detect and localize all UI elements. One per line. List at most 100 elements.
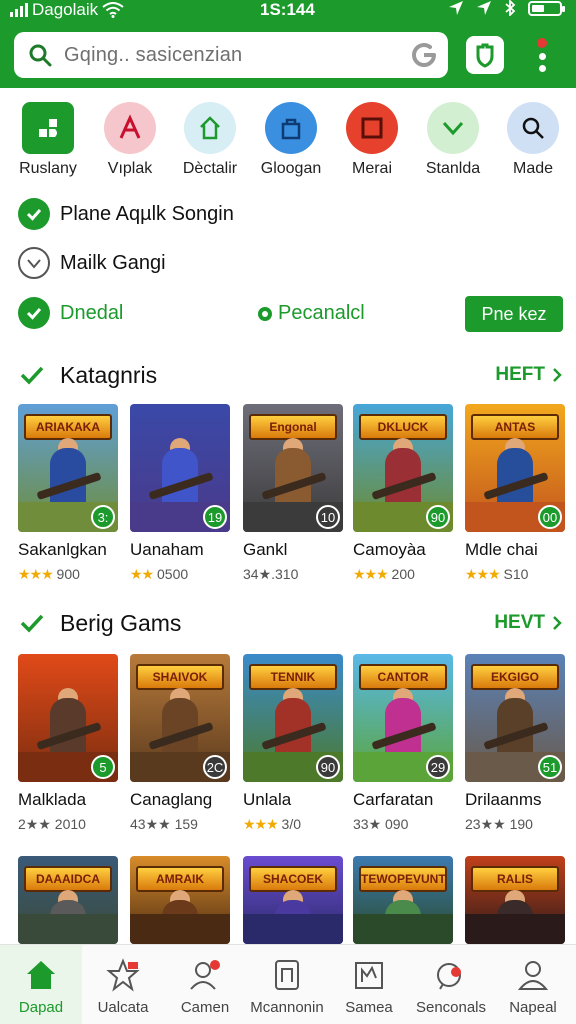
section-header: Katagnris HEFT [18,360,563,390]
game-logo: DAAAIDCA [24,866,112,892]
bag-icon [265,102,317,154]
game-title: Gankl [243,540,288,559]
game-rating: ★★★ S10 [465,566,529,582]
game-card[interactable]: DKLUCK 90 Camoyàa ★★★ 200 [353,404,453,583]
rating-badge: 5 [91,755,115,779]
category-item[interactable]: Merai [332,102,412,178]
section-header: Berig Gams HEVT [18,608,563,638]
rating-badge: 10 [316,505,340,529]
search-bar[interactable]: Gqing.. sasicenzian [14,32,448,78]
game-title: Unlala [243,790,292,809]
game-card[interactable]: TEWOPEVUNT [353,856,453,944]
filter-option[interactable]: Dnedal [18,297,123,329]
notification-dot [537,38,547,48]
game-cover-image: 5 [18,654,118,782]
rating-badge: 29 [426,755,450,779]
game-title: Mdle chai [465,540,538,559]
status-bar: Dagolaik 1S:144 [0,0,576,22]
star-rating-icon: ★★ [130,566,154,582]
game-card[interactable]: 5 Malklada 2★★ 2010 [18,654,118,833]
search-icon [507,102,559,154]
game-cover-image: CANTOR 29 [353,654,453,782]
section-title: Katagnris [60,361,158,388]
more-menu-button[interactable] [532,36,552,74]
nav-item-updates[interactable]: Ualcata [82,945,164,1024]
filter-option[interactable]: Pecanalcl [258,302,365,325]
game-card[interactable]: RALIS [465,856,565,944]
rating-badge: 19 [203,505,227,529]
checkmark-icon [20,614,44,633]
game-card[interactable]: AMRAIK [130,856,230,944]
nav-item-books[interactable]: Samea [328,945,410,1024]
rating-badge: 00 [538,505,562,529]
rating-badge: 90 [426,505,450,529]
person-icon [187,957,223,993]
game-logo: CANTOR [359,664,447,690]
google-icon[interactable] [410,41,438,69]
battery-icon [528,0,565,16]
game-card[interactable]: DAAAIDCA [18,856,118,944]
see-more-link[interactable]: HEFT [495,364,563,386]
game-rating: 34★.310 [243,566,299,582]
category-item[interactable]: Dèctalir [170,102,250,178]
game-card[interactable]: SHAIVOK 2C Canaglang 43★★ 159 [130,654,230,833]
game-card[interactable]: ARIAKAKA 3: Sakanlgkan ★★★ 900 [18,404,118,583]
game-card[interactable]: CANTOR 29 Carfaratan 33★ 090 [353,654,453,833]
letter-a-icon [104,102,156,154]
signal-arrow-icon [477,1,491,15]
star-rating-icon: ★★★ [243,816,279,832]
game-rating: 2★★ 2010 [18,816,86,832]
search-icon [29,44,52,67]
see-more-link[interactable]: HEVT [494,612,563,634]
rating-badge: 90 [316,755,340,779]
chevron-down-icon [427,102,479,154]
location-icon [449,1,463,15]
search-input[interactable]: Gqing.. sasicenzian [64,44,242,67]
game-card[interactable]: TENNIK 90 Unlala ★★★ 3/0 [243,654,343,833]
game-cover-image: ARIAKAKA 3: [18,404,118,532]
nav-item-apps[interactable]: Mcannonin [246,945,328,1024]
game-card[interactable]: ANTAS 00 Mdle chai ★★★ S10 [465,404,565,583]
game-logo: ANTAS [471,414,559,440]
shield-button[interactable] [466,36,504,74]
nav-item-home[interactable]: Dapad [0,945,82,1024]
game-cover-image: 19 [130,404,230,532]
game-logo: TEWOPEVUNT [359,866,447,892]
apply-button[interactable]: Pne kez [465,296,563,332]
game-title: Malklada [18,790,87,809]
status-time: 1S:144 [260,0,315,19]
filter-option[interactable]: Mailk Gangi [18,247,166,279]
radio-icon [258,306,272,321]
filter-option[interactable]: Plane Aqµlk Songin [18,198,234,230]
game-logo: SHACOEK [249,866,337,892]
game-card[interactable]: EKGIGO 51 Drilaanms 23★★ 190 [465,654,565,833]
nav-item-games[interactable]: Camen [164,945,246,1024]
nav-item-profile[interactable]: Napeal [492,945,574,1024]
game-cover-image: TEWOPEVUNT [353,856,453,944]
nav-item-social[interactable]: Senconals [410,945,492,1024]
game-cover-image: DAAAIDCA [18,856,118,944]
category-item[interactable]: Ruslany [8,102,88,178]
game-logo: Engonal [249,414,337,440]
category-item[interactable]: Stanlda [413,102,493,178]
game-card[interactable]: 19 Uanaham ★★ 0500 [130,404,230,583]
checkmark-icon [18,198,50,230]
game-rating: ★★★ 200 [353,566,415,582]
game-card[interactable]: Engonal 10 Gankl 34★.310 [243,404,343,583]
category-item[interactable]: Vıplak [90,102,170,178]
game-logo: EKGIGO [471,664,559,690]
checkmark-icon [20,366,44,385]
game-rating: ★★★ 900 [18,566,80,582]
star-icon [105,957,141,993]
category-item[interactable]: Gloogan [251,102,331,178]
game-logo: RALIS [471,866,559,892]
category-item[interactable]: Made [493,102,573,178]
puzzle-icon [22,102,74,154]
home-icon [184,102,236,154]
star-rating-icon: ★★★ [465,566,501,582]
chevron-right-icon [553,616,562,630]
game-cover-image: SHAIVOK 2C [130,654,230,782]
game-card[interactable]: SHACOEK [243,856,343,944]
game-cover-image: SHACOEK [243,856,343,944]
chevron-down-icon [18,247,50,279]
